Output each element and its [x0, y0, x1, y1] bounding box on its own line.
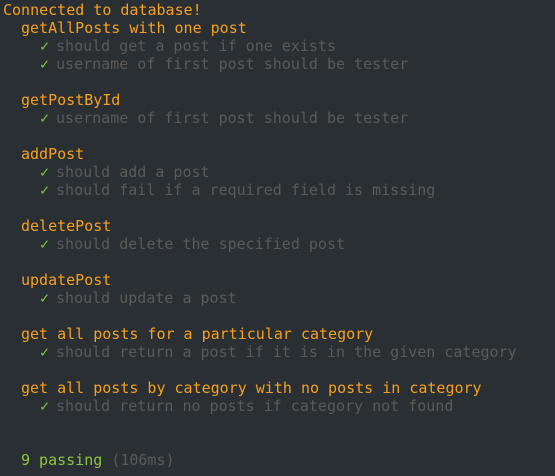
test-result: ✓ should delete the specified post: [0, 235, 555, 253]
terminal-window[interactable]: Connected to database! getAllPosts with …: [0, 0, 555, 476]
test-name: should delete the specified post: [56, 235, 346, 253]
test-result: ✓ should return a post if it is in the gi…: [0, 343, 555, 361]
check-icon: ✓: [40, 109, 50, 127]
suite-title: deletePost: [21, 217, 112, 235]
test-result: ✓ username of first post should be tester: [0, 55, 555, 73]
connected-message: Connected to database!: [3, 1, 202, 19]
test-name: should fail if a required field is missi…: [56, 181, 436, 199]
test-name: should add a post: [56, 163, 210, 181]
test-result: ✓ should add a post: [0, 163, 555, 181]
test-suites: getAllPosts with one post ✓ should get a p…: [0, 19, 555, 415]
test-name: should return a post if it is in the giv…: [56, 343, 517, 361]
suite-title: updatePost: [21, 271, 112, 289]
suite-title: addPost: [21, 145, 85, 163]
check-icon: ✓: [40, 55, 50, 73]
check-icon: ✓: [40, 163, 50, 181]
test-name: should get a post if one exists: [56, 37, 336, 55]
suite-title: get all posts by category with no posts …: [21, 379, 482, 397]
test-result: ✓ should return no posts if category not …: [0, 397, 555, 415]
test-name: should return no posts if category not f…: [56, 397, 454, 415]
test-result: ✓ should update a post: [0, 289, 555, 307]
suite-title: getPostById: [21, 91, 121, 109]
test-result: ✓ should get a post if one exists: [0, 37, 555, 55]
test-result: ✓ should fail if a required field is miss…: [0, 181, 555, 199]
check-icon: ✓: [40, 397, 50, 415]
check-icon: ✓: [40, 37, 50, 55]
suite-title: getAllPosts with one post: [21, 19, 247, 37]
test-name: username of first post should be tester: [56, 109, 409, 127]
check-icon: ✓: [40, 235, 50, 253]
test-name: should update a post: [56, 289, 237, 307]
check-icon: ✓: [40, 343, 50, 361]
test-summary: 9 passing (106ms): [0, 451, 555, 469]
test-duration: (106ms): [111, 451, 175, 469]
test-name: username of first post should be tester: [56, 55, 409, 73]
check-icon: ✓: [40, 181, 50, 199]
check-icon: ✓: [40, 289, 50, 307]
test-result: ✓ username of first post should be tester: [0, 109, 555, 127]
suite-title: get all posts for a particular category: [21, 325, 374, 343]
passing-count: 9 passing: [21, 451, 103, 469]
